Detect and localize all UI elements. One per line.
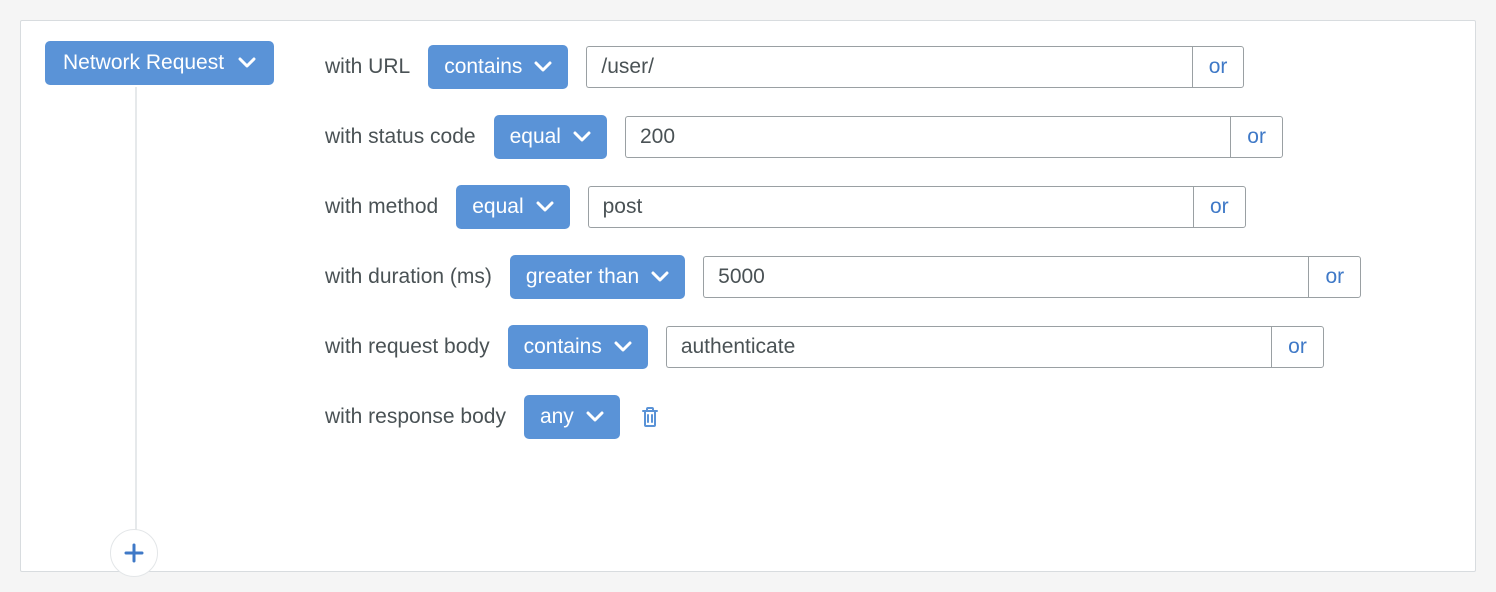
chevron-down-icon (536, 201, 554, 213)
value-input[interactable] (588, 186, 1193, 228)
tree-connector-line (135, 87, 137, 539)
or-button[interactable]: or (1192, 46, 1245, 88)
operator-label: greater than (526, 265, 639, 289)
operator-label: any (540, 405, 574, 429)
or-button[interactable]: or (1230, 116, 1283, 158)
filters-list: with URL contains or with status code equal o… (325, 41, 1451, 439)
chevron-down-icon (614, 341, 632, 353)
filter-row: with response body any (325, 395, 1451, 439)
filter-label: with request body (325, 335, 490, 359)
add-filter-button[interactable] (110, 529, 158, 577)
operator-select[interactable]: contains (428, 45, 568, 89)
or-button[interactable]: or (1193, 186, 1246, 228)
operator-label: contains (444, 55, 522, 79)
operator-select[interactable]: greater than (510, 255, 685, 299)
value-input[interactable] (625, 116, 1230, 158)
operator-label: equal (472, 195, 523, 219)
filter-label: with URL (325, 55, 410, 79)
value-group: or (588, 186, 1246, 228)
or-button[interactable]: or (1308, 256, 1361, 298)
left-column: Network Request (45, 41, 325, 85)
operator-select[interactable]: contains (508, 325, 648, 369)
trash-icon[interactable] (638, 406, 660, 428)
filter-row: with method equal or (325, 185, 1451, 229)
chevron-down-icon (534, 61, 552, 73)
filter-row: with duration (ms) greater than or (325, 255, 1451, 299)
or-button[interactable]: or (1271, 326, 1324, 368)
filter-label: with response body (325, 405, 506, 429)
filter-panel: Network Request with URLcontainsorwith s… (20, 20, 1476, 572)
chevron-down-icon (586, 411, 604, 423)
operator-label: equal (510, 125, 561, 149)
operator-select[interactable]: equal (494, 115, 607, 159)
operator-select[interactable]: any (524, 395, 620, 439)
chevron-down-icon (238, 57, 256, 69)
value-group: or (625, 116, 1283, 158)
value-group: or (586, 46, 1244, 88)
value-input[interactable] (703, 256, 1308, 298)
event-type-select[interactable]: Network Request (45, 41, 274, 85)
filter-label: with method (325, 195, 438, 219)
value-input[interactable] (586, 46, 1191, 88)
value-input[interactable] (666, 326, 1271, 368)
filter-row: with request body contains or (325, 325, 1451, 369)
value-group: or (666, 326, 1324, 368)
filter-row: with URL contains or (325, 45, 1451, 89)
operator-select[interactable]: equal (456, 185, 569, 229)
value-group: or (703, 256, 1361, 298)
chevron-down-icon (651, 271, 669, 283)
filter-label: with status code (325, 125, 476, 149)
operator-label: contains (524, 335, 602, 359)
filter-label: with duration (ms) (325, 265, 492, 289)
chevron-down-icon (573, 131, 591, 143)
event-type-label: Network Request (63, 51, 224, 75)
filter-row: with status code equal or (325, 115, 1451, 159)
